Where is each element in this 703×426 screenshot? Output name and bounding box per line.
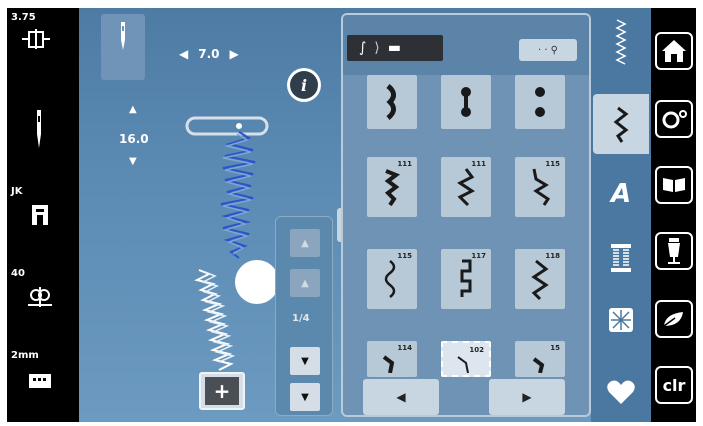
stitch-search-button[interactable]: · · ⚲ <box>519 39 577 61</box>
stitch-selection-panel: ∫ ⟩ ▬ · · ⚲ 111 111 115 115 117 118 114 … <box>341 13 591 417</box>
buttonhole-icon <box>611 244 631 272</box>
sewing-consultant-icon <box>668 238 680 264</box>
settings-icon <box>662 110 687 129</box>
settings-button[interactable] <box>655 100 693 138</box>
stitch-number: 111 <box>471 160 486 168</box>
eco-icon <box>663 312 683 327</box>
stitch-tile[interactable] <box>515 75 565 129</box>
tab-zigzag[interactable] <box>595 12 647 72</box>
stitch-number: 117 <box>471 252 486 260</box>
practical-stitch-breadcrumb-icon: ∫ <box>359 40 367 56</box>
tab-quilt-stitches[interactable] <box>595 290 647 350</box>
stitch-number: 115 <box>397 252 412 260</box>
home-button[interactable] <box>655 32 693 70</box>
needle-icon[interactable] <box>31 108 47 152</box>
category-breadcrumb[interactable]: ∫ ⟩ ▬ <box>347 35 443 61</box>
stitch-tile-selected[interactable]: 102 <box>441 341 491 377</box>
plus-icon: + <box>205 377 239 405</box>
sewing-consultant-button[interactable] <box>655 232 693 270</box>
scroll-down-button[interactable]: ▼ <box>290 347 320 375</box>
tab-favorites[interactable] <box>595 362 647 422</box>
double-down-icon: ▼ <box>301 391 309 403</box>
stitch-number: 114 <box>397 344 412 352</box>
eco-button[interactable] <box>655 300 693 338</box>
stitch-preview <box>185 116 269 371</box>
stitch-tile[interactable] <box>367 75 417 129</box>
scroll-up-button[interactable]: ▲ <box>290 269 320 297</box>
heart-icon <box>607 380 635 404</box>
tension-icon[interactable] <box>25 282 55 312</box>
info-icon: i <box>290 71 318 99</box>
down-arrow-icon: ▼ <box>301 355 309 367</box>
touch-point <box>235 260 279 304</box>
practical-stitch-icon <box>613 106 629 143</box>
stitch-tile[interactable]: 114 <box>367 341 417 377</box>
stitch-plate-icon[interactable] <box>25 370 55 392</box>
needle-position-value: 3.75 <box>11 12 36 23</box>
right-nav-bar: clr <box>651 8 696 422</box>
scroll-top-button[interactable]: ▲ <box>290 229 320 257</box>
info-button[interactable]: i <box>287 68 321 102</box>
next-page-button[interactable]: ▶ <box>489 379 565 415</box>
right-arrow-icon: ▶ <box>522 390 532 404</box>
width-decrease-icon[interactable]: ◀ <box>179 47 188 61</box>
category-tabs: A <box>591 8 651 422</box>
stitch-number: 118 <box>545 252 560 260</box>
stitch-tile[interactable]: 115 <box>515 157 565 217</box>
page-indicator: 1/4 <box>292 313 310 324</box>
stitch-plate-value: 2mm <box>11 350 39 361</box>
left-arrow-icon: ◀ <box>396 390 406 404</box>
clear-button[interactable]: clr <box>655 366 693 404</box>
up-arrow-icon: ▲ <box>301 277 309 289</box>
main-area: ◀ 7.0 ▶ i ▲ 16.0 ▼ + ▲ ▲ 1/4 ▼ ▼ ∫ ⟩ ▬ ·… <box>79 8 651 422</box>
tab-alphabets[interactable]: A <box>595 164 647 224</box>
stitch-tile[interactable]: 15 <box>515 341 565 377</box>
tension-value: 40 <box>11 268 25 279</box>
screen: 3.75 JK 40 2mm ◀ 7.0 ▶ i ▲ 16.0 ▼ + ▲ ▲ … <box>7 8 696 422</box>
tab-buttonholes[interactable] <box>595 228 647 288</box>
home-icon <box>662 40 686 62</box>
alphabet-icon: A <box>610 179 632 209</box>
length-increase-icon[interactable]: ▲ <box>129 104 137 115</box>
tutorial-book-icon <box>663 178 685 192</box>
stitch-tile[interactable]: 111 <box>441 157 491 217</box>
stitch-tile[interactable]: 117 <box>441 249 491 309</box>
presser-foot-value: JK <box>11 186 23 197</box>
stitch-number: 15 <box>550 344 560 352</box>
stitch-number: 102 <box>469 346 484 354</box>
stitch-tile[interactable]: 118 <box>515 249 565 309</box>
panel-header: ∫ ⟩ ▬ · · ⚲ <box>343 15 589 75</box>
clear-label: clr <box>662 375 686 395</box>
needle-position-icon[interactable] <box>21 28 51 52</box>
breadcrumb-separator-icon: ⟩ <box>374 40 380 56</box>
left-status-bar: 3.75 JK 40 2mm <box>7 8 79 422</box>
width-increase-icon[interactable]: ▶ <box>230 47 239 61</box>
search-icon: · · ⚲ <box>537 44 559 56</box>
stitch-width-control: ◀ 7.0 ▶ <box>179 44 269 64</box>
stitch-length-value: 16.0 <box>119 132 149 146</box>
stitch-tile[interactable] <box>441 75 491 129</box>
stitch-number: 111 <box>397 160 412 168</box>
stitch-tile[interactable]: 111 <box>367 157 417 217</box>
add-stitch-button[interactable]: + <box>199 372 245 410</box>
stitch-length-control: ▲ 16.0 ▼ <box>117 104 157 184</box>
stitch-tile[interactable]: 115 <box>367 249 417 309</box>
presser-foot-icon[interactable] <box>27 202 53 228</box>
double-up-icon: ▲ <box>301 237 309 249</box>
tab-practical-stitches[interactable] <box>593 94 649 154</box>
previous-page-button[interactable]: ◀ <box>363 379 439 415</box>
needle-select-button[interactable] <box>101 14 145 80</box>
quilt-icon <box>609 308 633 332</box>
stitch-width-value: 7.0 <box>198 47 220 61</box>
stitch-number: 115 <box>545 160 560 168</box>
stitch-scroll-control: ▲ ▲ 1/4 ▼ ▼ <box>275 216 333 416</box>
zigzag-category-icon <box>615 19 627 65</box>
folder-icon: ▬ <box>387 40 401 56</box>
tutorial-button[interactable] <box>655 166 693 204</box>
length-decrease-icon[interactable]: ▼ <box>129 156 137 167</box>
scroll-bottom-button[interactable]: ▼ <box>290 383 320 411</box>
